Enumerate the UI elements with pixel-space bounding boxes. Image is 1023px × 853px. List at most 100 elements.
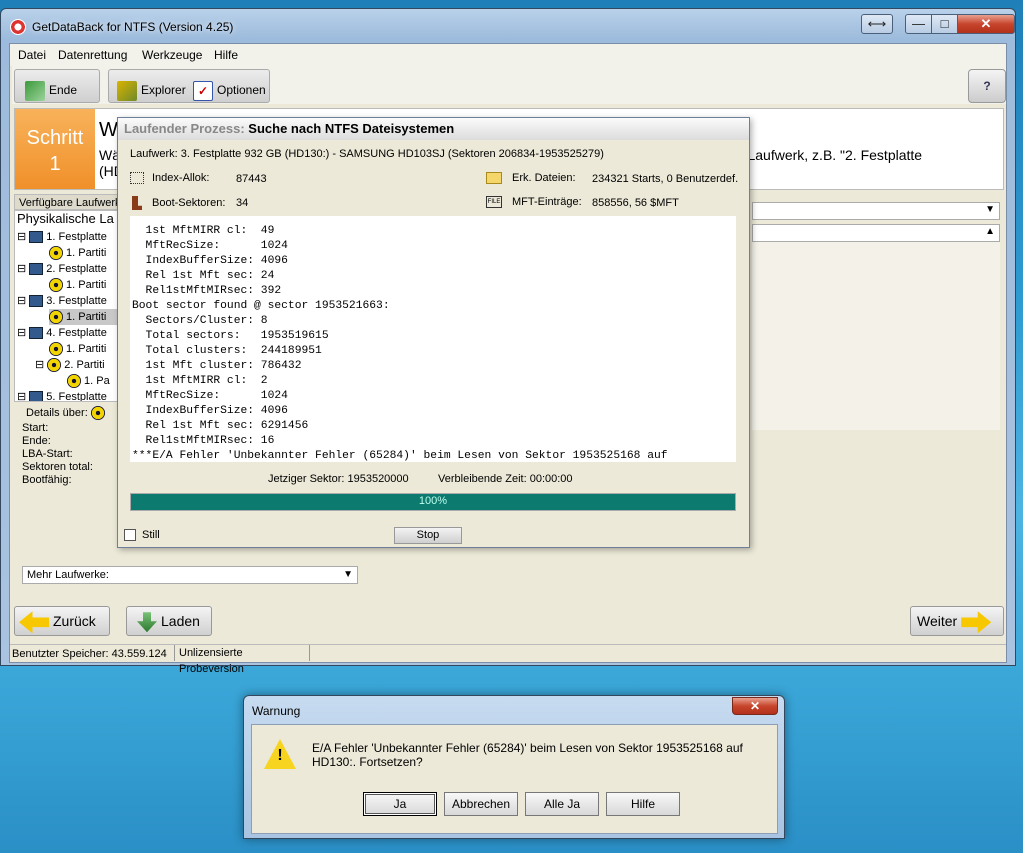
step-badge-label: Schritt	[26, 127, 84, 149]
exit-door-icon	[25, 80, 45, 101]
partition-icon	[49, 342, 63, 357]
index-alloc-label: Index-Allok:	[152, 172, 210, 184]
log-line: IndexBufferSize: 4096	[132, 255, 288, 267]
tree-item-label: 4. Festplatte	[46, 327, 107, 339]
close-button[interactable]: ✕	[957, 14, 1015, 34]
tree-item[interactable]: ⊟ 3. Festplatte	[17, 293, 107, 309]
tree-item-label: 1. Partiti	[66, 311, 107, 323]
exit-label: Ende	[49, 83, 78, 97]
toolbar: Ende Explorer ✓ Optionen ?	[12, 66, 1006, 104]
more-drives-label: Mehr Laufwerke:	[27, 569, 109, 581]
log-line: Sectors/Cluster: 8	[132, 315, 268, 327]
load-button[interactable]: Laden	[126, 606, 212, 636]
drives-tree-title: Physikalische La	[17, 211, 114, 226]
chevron-down-icon: ▼	[985, 204, 995, 215]
process-title: Laufender Prozess: Suche nach NTFS Datei…	[118, 118, 749, 140]
back-label: Zurück	[53, 613, 96, 629]
tree-item[interactable]: ⊟ 1. Festplatte	[17, 229, 107, 245]
process-title-main: Suche nach NTFS Dateisystemen	[248, 121, 455, 136]
boot-sectors-value: 34	[236, 197, 249, 209]
tree-item[interactable]: ⊟ 4. Festplatte	[17, 325, 107, 341]
status-license: Unlizensierte Probeversion	[174, 645, 310, 675]
log-line: Rel 1st Mft sec: 24	[132, 270, 275, 282]
process-title-prefix: Laufender Prozess:	[124, 121, 245, 136]
menu-bar: Datei Datenrettung Werkzeuge Hilfe	[10, 44, 1006, 66]
tree-item[interactable]: ⊟ 5. Festplatte	[17, 389, 107, 402]
tree-item[interactable]: ⊟ 2. Festplatte	[17, 261, 107, 277]
explorer-button[interactable]: Explorer	[117, 79, 186, 101]
next-button[interactable]: Weiter	[910, 606, 1004, 636]
options-label: Optionen	[217, 83, 266, 97]
right-dropdown[interactable]: ▼	[752, 202, 1000, 220]
exclamation-icon: !	[277, 747, 283, 764]
hard-disk-icon	[29, 231, 44, 244]
log-line: 1st MftMIRR cl: 49	[132, 225, 275, 237]
explorer-icon	[117, 80, 137, 101]
progress-bar: 100%	[130, 493, 736, 511]
details-header-label: Details über:	[26, 406, 88, 419]
menu-datei[interactable]: Datei	[18, 48, 46, 62]
found-files-label: Erk. Dateien:	[512, 172, 576, 184]
log-output[interactable]: 1st MftMIRR cl: 49 MftRecSize: 1024 Inde…	[130, 216, 736, 462]
hard-disk-icon	[29, 391, 44, 401]
menu-datenrettung[interactable]: Datenrettung	[58, 48, 127, 62]
chevron-up-icon: ▲	[985, 226, 995, 237]
yes-all-button[interactable]: Alle Ja	[525, 792, 599, 816]
warning-message: E/A Fehler 'Unbekannter Fehler (65284)' …	[312, 741, 743, 769]
log-line: Rel 1st Mft sec: 6291456	[132, 420, 309, 432]
tree-item[interactable]: 1. Pa	[67, 373, 110, 389]
checklist-icon: ✓	[193, 80, 213, 101]
process-drive: Laufwerk: 3. Festplatte 932 GB (HD130:) …	[130, 148, 604, 160]
index-alloc-row: Index-Allok:	[130, 172, 210, 185]
minimize-button[interactable]: —	[905, 14, 932, 34]
still-checkbox[interactable]	[124, 529, 136, 541]
menu-werkzeuge[interactable]: Werkzeuge	[142, 48, 202, 62]
step-badge-number: 1	[49, 153, 61, 175]
options-button[interactable]: ✓ Optionen	[193, 79, 266, 101]
index-grid-icon	[130, 172, 144, 185]
resize-arrows-button[interactable]: ⟷	[861, 14, 893, 34]
partition-icon	[49, 278, 63, 293]
process-dialog: Laufender Prozess: Suche nach NTFS Datei…	[117, 117, 750, 548]
tree-item-label: 2. Partiti	[64, 359, 105, 371]
partition-icon	[49, 246, 63, 261]
log-line: Boot sector found @ sector 1953521663:	[132, 300, 390, 312]
chevron-down-icon: ▼	[343, 569, 353, 580]
tree-item[interactable]: ⊟ 2. Partiti	[35, 357, 105, 373]
log-line: Rel1stMftMIRsec: 16	[132, 435, 275, 447]
back-button[interactable]: Zurück	[14, 606, 110, 636]
tree-item-label: 1. Partiti	[66, 247, 107, 259]
remaining-time: Verbleibende Zeit: 00:00:00	[438, 473, 573, 485]
hard-disk-icon	[29, 327, 44, 340]
arrow-right-icon	[961, 611, 992, 634]
drives-tree[interactable]: Physikalische La ⊟ 1. Festplatte 1. Part…	[14, 210, 132, 402]
yes-button[interactable]: Ja	[363, 792, 437, 816]
title-bar[interactable]: GetDataBack for NTFS (Version 4.25) ⟷ — …	[1, 9, 1015, 43]
details-sectors: Sektoren total:	[22, 461, 93, 473]
tree-item[interactable]: 1. Partiti	[49, 277, 106, 293]
stop-button[interactable]: Stop	[394, 527, 462, 544]
maximize-button[interactable]: □	[931, 14, 958, 34]
tree-item-label: 2. Festplatte	[46, 263, 107, 275]
mft-label: MFT-Einträge:	[512, 196, 582, 208]
right-list-header[interactable]: ▲	[752, 224, 1000, 242]
help-dialog-button[interactable]: Hilfe	[606, 792, 680, 816]
window-title: GetDataBack for NTFS (Version 4.25)	[32, 20, 234, 34]
exit-button[interactable]: Ende	[14, 69, 100, 103]
help-button[interactable]: ?	[968, 69, 1006, 103]
tree-item[interactable]: 1. Partiti	[49, 341, 106, 357]
current-sector: Jetziger Sektor: 1953520000	[268, 473, 409, 485]
tree-item[interactable]: 1. Partiti	[49, 245, 106, 261]
tree-item-label: 1. Partiti	[66, 279, 107, 291]
download-arrow-icon	[137, 612, 157, 633]
details-header: Details über:	[26, 406, 108, 420]
menu-hilfe[interactable]: Hilfe	[214, 48, 238, 62]
file-icon: FILE	[486, 196, 502, 209]
details-end: Ende:	[22, 435, 51, 447]
warning-close-button[interactable]: ✕	[732, 697, 778, 715]
step-description-right: che Laufwerk, z.B. "2. Festplatte	[721, 147, 923, 163]
partition-icon	[47, 358, 62, 373]
tree-item-label: 5. Festplatte	[46, 391, 107, 402]
abort-button[interactable]: Abbrechen	[444, 792, 518, 816]
more-drives-dropdown[interactable]: Mehr Laufwerke: ▼	[22, 566, 358, 584]
